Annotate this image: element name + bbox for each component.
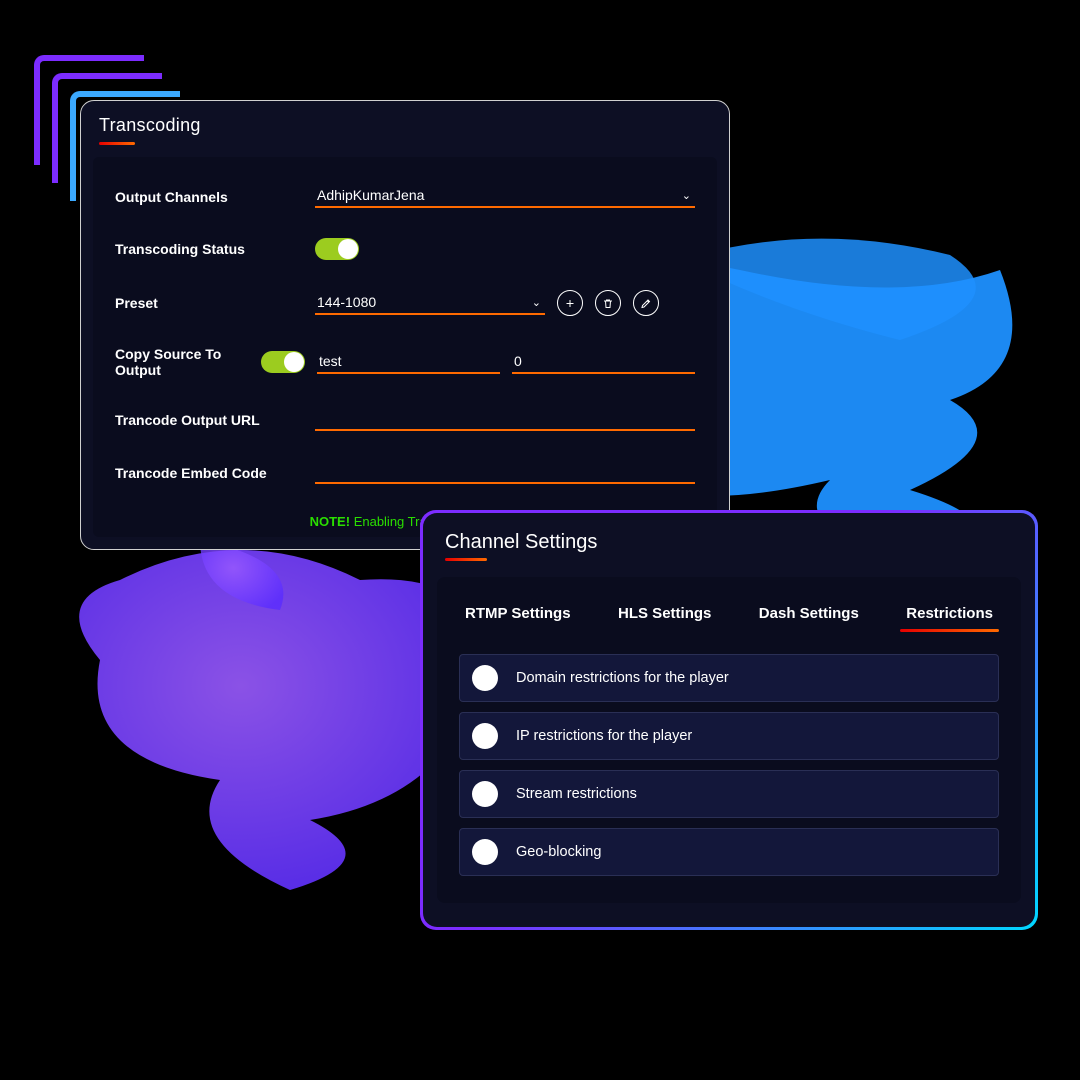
channel-tabs: RTMP Settings HLS Settings Dash Settings…	[459, 599, 999, 632]
note-bold: NOTE!	[310, 514, 350, 529]
label-preset: Preset	[115, 295, 315, 311]
channel-settings-title: Channel Settings	[423, 531, 1035, 554]
tab-restrictions[interactable]: Restrictions	[900, 599, 999, 632]
channel-settings-inner: Channel Settings RTMP Settings HLS Setti…	[423, 513, 1035, 927]
output-url-input[interactable]	[315, 408, 695, 431]
tab-hls-settings[interactable]: HLS Settings	[612, 599, 717, 632]
row-output-channels: Output Channels ⌄	[115, 185, 695, 208]
toggle-knob	[338, 239, 358, 259]
title-underline	[445, 558, 487, 561]
option-label: Geo-blocking	[516, 844, 601, 860]
row-transcoding-status: Transcoding Status	[115, 238, 695, 260]
label-output-url: Trancode Output URL	[115, 412, 315, 428]
row-output-url: Trancode Output URL	[115, 408, 695, 431]
transcoding-status-toggle[interactable]	[315, 238, 359, 260]
delete-preset-button[interactable]	[595, 290, 621, 316]
pencil-icon	[640, 297, 652, 310]
title-underline	[99, 142, 135, 145]
plus-icon	[564, 297, 576, 310]
label-embed-code: Trancode Embed Code	[115, 465, 315, 481]
option-label: IP restrictions for the player	[516, 728, 692, 744]
radio-icon	[472, 781, 498, 807]
edit-preset-button[interactable]	[633, 290, 659, 316]
option-ip-restrictions[interactable]: IP restrictions for the player	[459, 712, 999, 760]
option-domain-restrictions[interactable]: Domain restrictions for the player	[459, 654, 999, 702]
transcoding-panel: Transcoding Output Channels ⌄ Transcodin…	[80, 100, 730, 550]
toggle-knob	[284, 352, 304, 372]
tab-dash-settings[interactable]: Dash Settings	[753, 599, 865, 632]
embed-code-input[interactable]	[315, 461, 695, 484]
option-geo-blocking[interactable]: Geo-blocking	[459, 828, 999, 876]
preset-select[interactable]	[315, 292, 545, 315]
radio-icon	[472, 839, 498, 865]
add-preset-button[interactable]	[557, 290, 583, 316]
output-channels-select[interactable]	[315, 185, 695, 208]
channel-settings-body: RTMP Settings HLS Settings Dash Settings…	[437, 577, 1021, 903]
row-embed-code: Trancode Embed Code	[115, 461, 695, 484]
row-copy-source: Copy Source To Output	[115, 346, 695, 378]
option-label: Stream restrictions	[516, 786, 637, 802]
trash-icon	[602, 297, 614, 310]
channel-settings-panel: Channel Settings RTMP Settings HLS Setti…	[420, 510, 1038, 930]
copy-source-text-input[interactable]	[317, 351, 500, 374]
transcoding-body: Output Channels ⌄ Transcoding Status Pre…	[93, 157, 717, 537]
row-preset: Preset ⌄	[115, 290, 695, 316]
label-copy-source: Copy Source To Output	[115, 346, 261, 378]
transcoding-title: Transcoding	[81, 115, 729, 144]
option-label: Domain restrictions for the player	[516, 670, 729, 686]
label-transcoding-status: Transcoding Status	[115, 241, 315, 257]
radio-icon	[472, 665, 498, 691]
copy-source-number-input[interactable]	[512, 351, 695, 374]
copy-source-toggle[interactable]	[261, 351, 305, 373]
radio-icon	[472, 723, 498, 749]
label-output-channels: Output Channels	[115, 189, 315, 205]
option-stream-restrictions[interactable]: Stream restrictions	[459, 770, 999, 818]
tab-rtmp-settings[interactable]: RTMP Settings	[459, 599, 577, 632]
